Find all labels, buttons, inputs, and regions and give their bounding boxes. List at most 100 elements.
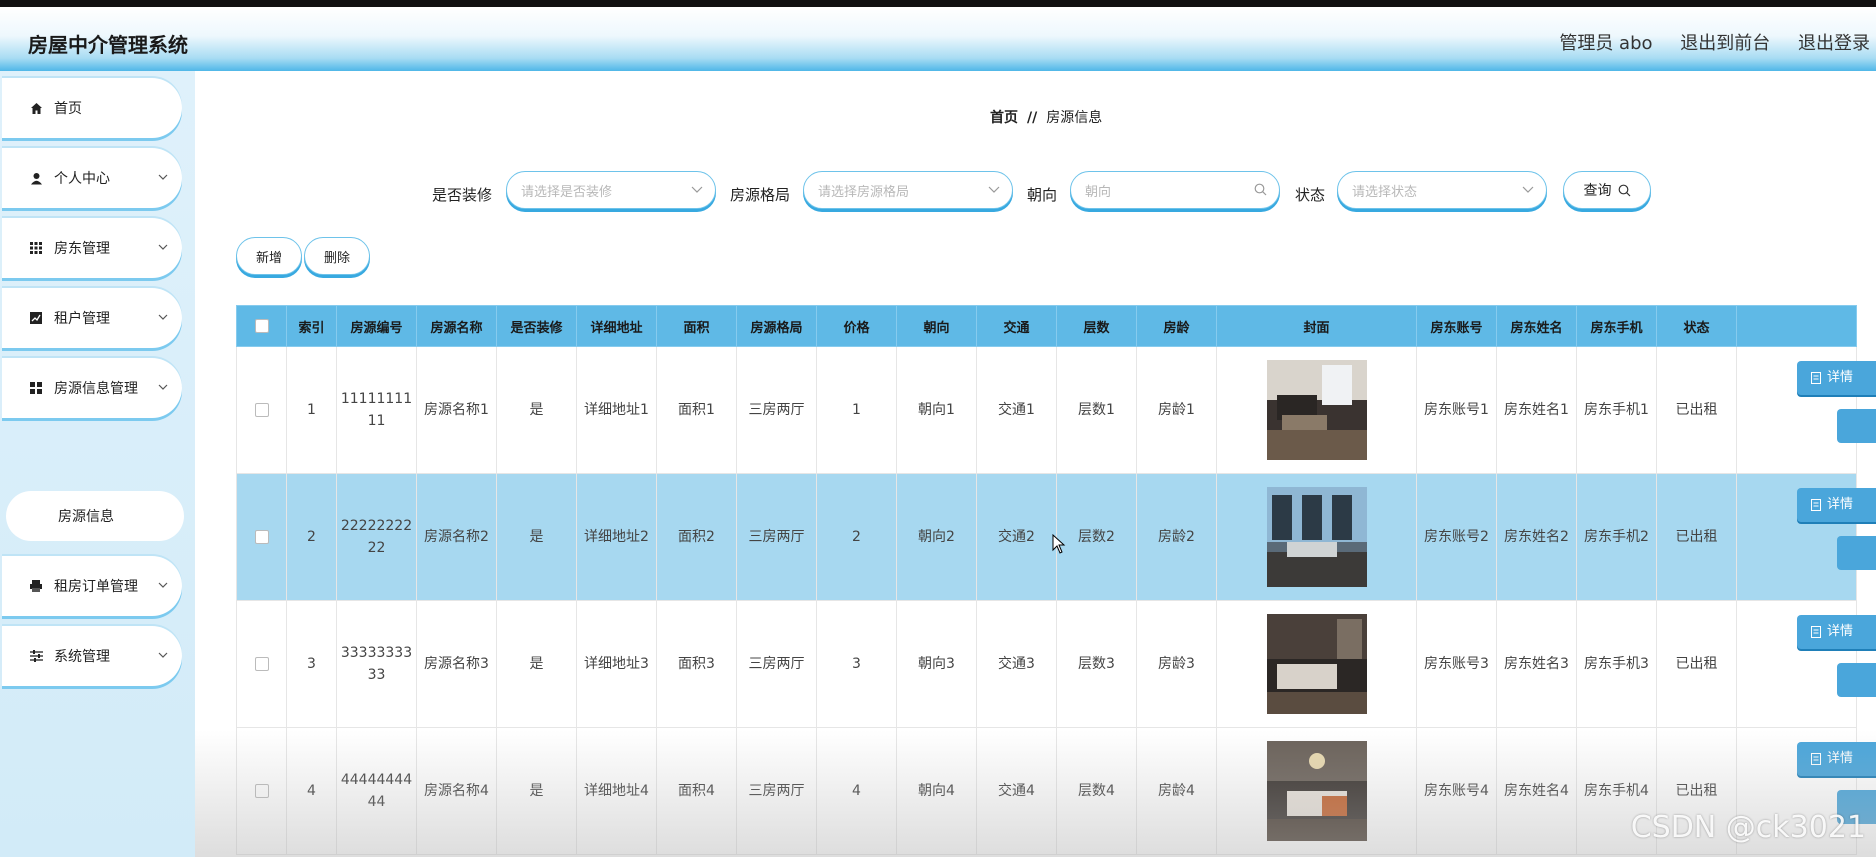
row-checkbox[interactable]: [254, 784, 269, 798]
cell-status: 已出租: [1656, 346, 1737, 474]
cell-traffic: 交通2: [976, 473, 1057, 601]
cover-image[interactable]: [1266, 741, 1367, 841]
chart-icon: [28, 310, 44, 326]
column-header: 交通: [976, 305, 1057, 347]
cell-landlord-account: 房东账号2: [1416, 473, 1497, 601]
cell-floors: 层数4: [1056, 727, 1137, 855]
table-row[interactable]: 1 1111111111 房源名称1 是 详细地址1 面积1 三房两厅 1 朝向…: [236, 346, 1876, 474]
breadcrumb: 首页 // 房源信息: [990, 107, 1102, 127]
chevron-down-icon: [158, 169, 168, 185]
detail-button[interactable]: 详情: [1797, 488, 1876, 522]
cover-image[interactable]: [1266, 614, 1367, 714]
detail-button[interactable]: 详情: [1797, 742, 1876, 776]
query-button[interactable]: 查询: [1563, 171, 1651, 209]
decorated-placeholder: 请选择是否装修: [521, 184, 613, 200]
cell-landlord-phone: 房东手机1: [1576, 346, 1657, 474]
sidebar-item-profile[interactable]: 个人中心: [2, 148, 182, 208]
cell-index: 1: [286, 346, 337, 474]
breadcrumb-current: 房源信息: [1046, 110, 1103, 126]
edit-button[interactable]: [1837, 536, 1876, 570]
cell-cover: [1216, 473, 1417, 601]
sidebar-item-landlord[interactable]: 房东管理: [2, 218, 182, 278]
sidebar-item-system[interactable]: 系统管理: [2, 626, 182, 686]
sidebar-item-listing-mgmt[interactable]: 房源信息管理: [2, 358, 182, 418]
cell-status: 已出租: [1656, 473, 1737, 601]
cell-code: 1111111111: [336, 346, 417, 474]
detail-button[interactable]: 详情: [1797, 361, 1876, 395]
column-header: 面积: [656, 305, 737, 347]
breadcrumb-home[interactable]: 首页: [990, 110, 1018, 126]
decorated-select[interactable]: 请选择是否装修: [506, 171, 716, 209]
cell-floors: 层数2: [1056, 473, 1137, 601]
column-header: 房东账号: [1416, 305, 1497, 347]
column-header: 房源编号: [336, 305, 417, 347]
edit-button[interactable]: [1837, 663, 1876, 697]
add-button-label: 新增: [255, 250, 282, 266]
status-select[interactable]: 请选择状态: [1337, 171, 1547, 209]
cell-address: 详细地址1: [576, 346, 657, 474]
table-row[interactable]: 2 2222222222 房源名称2 是 详细地址2 面积2 三房两厅 2 朝向…: [236, 473, 1876, 601]
cell-name: 房源名称2: [416, 473, 497, 601]
grid-icon: [28, 240, 44, 256]
cell-landlord-account: 房东账号1: [1416, 346, 1497, 474]
layout-select[interactable]: 请选择房源格局: [803, 171, 1013, 209]
row-checkbox[interactable]: [254, 530, 269, 544]
back-to-front-link[interactable]: 退出到前台: [1680, 33, 1770, 54]
query-button-label: 查询: [1583, 183, 1612, 199]
select-all-cell: [236, 305, 287, 347]
layout-filter-label: 房源格局: [730, 186, 791, 204]
cell-code: 2222222222: [336, 473, 417, 601]
row-checkbox[interactable]: [254, 657, 269, 671]
cell-decorated: 是: [496, 727, 577, 855]
cover-image[interactable]: [1266, 360, 1367, 460]
row-select-cell: [236, 600, 287, 728]
document-icon: [1811, 372, 1821, 384]
edit-button[interactable]: [1837, 409, 1876, 443]
apps-icon: [28, 380, 44, 396]
row-checkbox[interactable]: [254, 403, 269, 417]
add-button[interactable]: 新增: [236, 237, 302, 275]
logout-link[interactable]: 退出登录: [1798, 33, 1870, 54]
sliders-icon: [28, 648, 44, 664]
orientation-filter-label: 朝向: [1027, 186, 1058, 204]
cell-price: 1: [816, 346, 897, 474]
status-placeholder: 请选择状态: [1352, 184, 1418, 200]
detail-button[interactable]: 详情: [1797, 615, 1876, 649]
select-all-checkbox[interactable]: [254, 319, 269, 333]
actions-header: [1736, 305, 1857, 347]
column-header: 房源格局: [736, 305, 817, 347]
printer-icon: [28, 578, 44, 594]
delete-button[interactable]: 删除: [304, 237, 370, 275]
cell-orientation: 朝向3: [896, 600, 977, 728]
cover-image[interactable]: [1266, 487, 1367, 587]
cell-area: 面积4: [656, 727, 737, 855]
admin-user-label[interactable]: 管理员 abo: [1559, 33, 1652, 54]
sidebar-item-label: 房源信息管理: [54, 381, 138, 397]
orientation-input[interactable]: 朝向: [1070, 171, 1280, 209]
detail-button-label: 详情: [1827, 751, 1854, 766]
column-header: 房源名称: [416, 305, 497, 347]
document-icon: [1811, 753, 1821, 765]
table-row[interactable]: 3 3333333333 房源名称3 是 详细地址3 面积3 三房两厅 3 朝向…: [236, 600, 1876, 728]
sidebar-item-rental-orders[interactable]: 租房订单管理: [2, 556, 182, 616]
watermark: CSDN @ck3021: [1630, 810, 1866, 845]
column-header: 索引: [286, 305, 337, 347]
column-header: 朝向: [896, 305, 977, 347]
row-select-cell: [236, 473, 287, 601]
cell-address: 详细地址3: [576, 600, 657, 728]
chevron-down-icon: [158, 379, 168, 395]
sidebar-item-home[interactable]: 首页: [2, 78, 182, 138]
cell-orientation: 朝向4: [896, 727, 977, 855]
cell-landlord-account: 房东账号3: [1416, 600, 1497, 728]
search-icon: [1618, 184, 1630, 196]
sidebar-item-label: 租户管理: [54, 311, 110, 327]
table-row[interactable]: 4 4444444444 房源名称4 是 详细地址4 面积4 三房两厅 4 朝向…: [236, 727, 1876, 855]
cell-decorated: 是: [496, 600, 577, 728]
sidebar-subitem-listings[interactable]: 房源信息: [6, 491, 184, 541]
sidebar-item-tenant[interactable]: 租户管理: [2, 288, 182, 348]
cell-landlord-name: 房东姓名1: [1496, 346, 1577, 474]
cell-index: 2: [286, 473, 337, 601]
chevron-down-icon: [158, 647, 168, 663]
cell-price: 4: [816, 727, 897, 855]
main-content: 首页 // 房源信息 是否装修 请选择是否装修 房源格局 请选择房源格局 朝向 朝向…: [195, 71, 1876, 857]
